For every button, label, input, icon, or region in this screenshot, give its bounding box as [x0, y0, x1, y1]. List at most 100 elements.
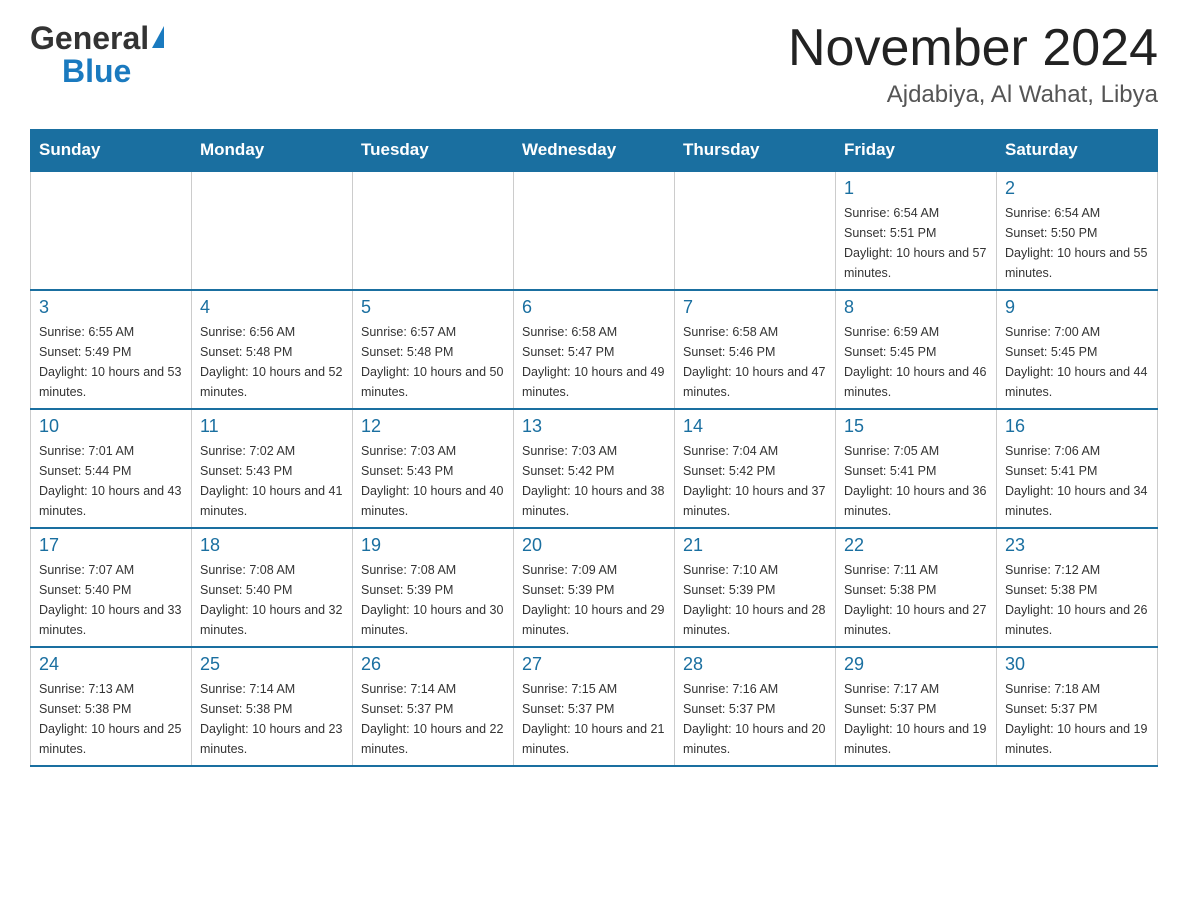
logo: General Blue [30, 20, 164, 90]
calendar-cell: 27 Sunrise: 7:15 AMSunset: 5:37 PMDayligh… [514, 647, 675, 766]
calendar-cell: 28Sunrise: 7:16 AMSunset: 5:37 PMDayligh… [675, 647, 836, 766]
day-of-week-tuesday: Tuesday [353, 130, 514, 172]
calendar-cell: 17 Sunrise: 7:07 AMSunset: 5:40 PMDayligh… [31, 528, 192, 647]
calendar-week-row: 3 Sunrise: 6:55 AMSunset: 5:49 PMDaylight… [31, 290, 1158, 409]
day-number: 26 [361, 654, 505, 675]
day-number: 13 [522, 416, 666, 437]
day-number: 2 [1005, 178, 1149, 199]
calendar-cell: 20Sunrise: 7:09 AMSunset: 5:39 PMDayligh… [514, 528, 675, 647]
calendar-header-row: SundayMondayTuesdayWednesdayThursdayFrid… [31, 130, 1158, 172]
day-info: Sunrise: 6:56 AMSunset: 5:48 PMDaylight:… [200, 322, 344, 402]
day-info: Sunrise: 7:03 AMSunset: 5:42 PMDaylight:… [522, 441, 666, 521]
day-number: 15 [844, 416, 988, 437]
calendar-cell: 1Sunrise: 6:54 AMSunset: 5:51 PMDaylight… [836, 171, 997, 290]
calendar-cell: 30 Sunrise: 7:18 AMSunset: 5:37 PMDayligh… [997, 647, 1158, 766]
calendar-cell: 13 Sunrise: 7:03 AMSunset: 5:42 PMDayligh… [514, 409, 675, 528]
logo-triangle-icon [152, 26, 164, 48]
calendar-week-row: 10 Sunrise: 7:01 AMSunset: 5:44 PMDayligh… [31, 409, 1158, 528]
day-info: Sunrise: 7:04 AMSunset: 5:42 PMDaylight:… [683, 441, 827, 521]
calendar-cell [514, 171, 675, 290]
day-info: Sunrise: 6:57 AMSunset: 5:48 PMDaylight:… [361, 322, 505, 402]
day-info: Sunrise: 6:58 AMSunset: 5:47 PMDaylight:… [522, 322, 666, 402]
calendar-cell: 3 Sunrise: 6:55 AMSunset: 5:49 PMDaylight… [31, 290, 192, 409]
calendar-cell: 22Sunrise: 7:11 AMSunset: 5:38 PMDayligh… [836, 528, 997, 647]
calendar-cell: 24 Sunrise: 7:13 AMSunset: 5:38 PMDayligh… [31, 647, 192, 766]
calendar-cell: 9 Sunrise: 7:00 AMSunset: 5:45 PMDaylight… [997, 290, 1158, 409]
calendar-cell: 23 Sunrise: 7:12 AMSunset: 5:38 PMDayligh… [997, 528, 1158, 647]
day-info: Sunrise: 7:07 AMSunset: 5:40 PMDaylight:… [39, 560, 183, 640]
logo-general-text: General [30, 20, 149, 57]
day-number: 3 [39, 297, 183, 318]
day-number: 30 [1005, 654, 1149, 675]
calendar-week-row: 1Sunrise: 6:54 AMSunset: 5:51 PMDaylight… [31, 171, 1158, 290]
day-number: 11 [200, 416, 344, 437]
day-number: 18 [200, 535, 344, 556]
calendar-cell: 16 Sunrise: 7:06 AMSunset: 5:41 PMDayligh… [997, 409, 1158, 528]
day-info: Sunrise: 7:06 AMSunset: 5:41 PMDaylight:… [1005, 441, 1149, 521]
day-number: 29 [844, 654, 988, 675]
day-number: 21 [683, 535, 827, 556]
day-number: 16 [1005, 416, 1149, 437]
day-number: 28 [683, 654, 827, 675]
day-info: Sunrise: 7:10 AMSunset: 5:39 PMDaylight:… [683, 560, 827, 640]
calendar-week-row: 24 Sunrise: 7:13 AMSunset: 5:38 PMDayligh… [31, 647, 1158, 766]
day-info: Sunrise: 6:55 AMSunset: 5:49 PMDaylight:… [39, 322, 183, 402]
calendar-cell: 4 Sunrise: 6:56 AMSunset: 5:48 PMDaylight… [192, 290, 353, 409]
location-subtitle: Ajdabiya, Al Wahat, Libya [788, 81, 1158, 109]
day-info: Sunrise: 7:12 AMSunset: 5:38 PMDaylight:… [1005, 560, 1149, 640]
calendar-cell: 6Sunrise: 6:58 AMSunset: 5:47 PMDaylight… [514, 290, 675, 409]
day-of-week-thursday: Thursday [675, 130, 836, 172]
calendar-cell [31, 171, 192, 290]
day-info: Sunrise: 7:13 AMSunset: 5:38 PMDaylight:… [39, 679, 183, 759]
day-info: Sunrise: 7:17 AMSunset: 5:37 PMDaylight:… [844, 679, 988, 759]
calendar-table: SundayMondayTuesdayWednesdayThursdayFrid… [30, 129, 1158, 767]
day-number: 9 [1005, 297, 1149, 318]
calendar-cell: 7Sunrise: 6:58 AMSunset: 5:46 PMDaylight… [675, 290, 836, 409]
calendar-cell: 10 Sunrise: 7:01 AMSunset: 5:44 PMDayligh… [31, 409, 192, 528]
logo-blue-text: Blue [62, 53, 131, 90]
day-info: Sunrise: 7:08 AMSunset: 5:40 PMDaylight:… [200, 560, 344, 640]
calendar-week-row: 17 Sunrise: 7:07 AMSunset: 5:40 PMDayligh… [31, 528, 1158, 647]
calendar-cell: 19Sunrise: 7:08 AMSunset: 5:39 PMDayligh… [353, 528, 514, 647]
calendar-cell [675, 171, 836, 290]
page-header: General Blue November 2024 Ajdabiya, Al … [30, 20, 1158, 109]
calendar-cell [353, 171, 514, 290]
day-info: Sunrise: 6:58 AMSunset: 5:46 PMDaylight:… [683, 322, 827, 402]
day-info: Sunrise: 6:54 AMSunset: 5:51 PMDaylight:… [844, 203, 988, 283]
calendar-cell: 21 Sunrise: 7:10 AMSunset: 5:39 PMDayligh… [675, 528, 836, 647]
day-number: 23 [1005, 535, 1149, 556]
day-number: 25 [200, 654, 344, 675]
month-year-title: November 2024 [788, 20, 1158, 77]
day-info: Sunrise: 7:18 AMSunset: 5:37 PMDaylight:… [1005, 679, 1149, 759]
day-info: Sunrise: 7:00 AMSunset: 5:45 PMDaylight:… [1005, 322, 1149, 402]
day-number: 24 [39, 654, 183, 675]
day-of-week-friday: Friday [836, 130, 997, 172]
day-info: Sunrise: 6:54 AMSunset: 5:50 PMDaylight:… [1005, 203, 1149, 283]
day-number: 10 [39, 416, 183, 437]
day-number: 20 [522, 535, 666, 556]
calendar-cell: 18 Sunrise: 7:08 AMSunset: 5:40 PMDayligh… [192, 528, 353, 647]
day-info: Sunrise: 7:15 AMSunset: 5:37 PMDaylight:… [522, 679, 666, 759]
day-number: 14 [683, 416, 827, 437]
calendar-cell: 11 Sunrise: 7:02 AMSunset: 5:43 PMDayligh… [192, 409, 353, 528]
day-info: Sunrise: 7:14 AMSunset: 5:38 PMDaylight:… [200, 679, 344, 759]
day-info: Sunrise: 7:02 AMSunset: 5:43 PMDaylight:… [200, 441, 344, 521]
day-info: Sunrise: 7:03 AMSunset: 5:43 PMDaylight:… [361, 441, 505, 521]
day-number: 17 [39, 535, 183, 556]
calendar-cell [192, 171, 353, 290]
day-number: 5 [361, 297, 505, 318]
day-info: Sunrise: 7:14 AMSunset: 5:37 PMDaylight:… [361, 679, 505, 759]
day-number: 27 [522, 654, 666, 675]
calendar-cell: 5 Sunrise: 6:57 AMSunset: 5:48 PMDaylight… [353, 290, 514, 409]
day-number: 4 [200, 297, 344, 318]
day-number: 8 [844, 297, 988, 318]
day-info: Sunrise: 7:05 AMSunset: 5:41 PMDaylight:… [844, 441, 988, 521]
calendar-cell: 12Sunrise: 7:03 AMSunset: 5:43 PMDayligh… [353, 409, 514, 528]
day-info: Sunrise: 6:59 AMSunset: 5:45 PMDaylight:… [844, 322, 988, 402]
day-info: Sunrise: 7:01 AMSunset: 5:44 PMDaylight:… [39, 441, 183, 521]
day-of-week-saturday: Saturday [997, 130, 1158, 172]
day-number: 22 [844, 535, 988, 556]
title-section: November 2024 Ajdabiya, Al Wahat, Libya [788, 20, 1158, 109]
day-of-week-sunday: Sunday [31, 130, 192, 172]
day-of-week-wednesday: Wednesday [514, 130, 675, 172]
